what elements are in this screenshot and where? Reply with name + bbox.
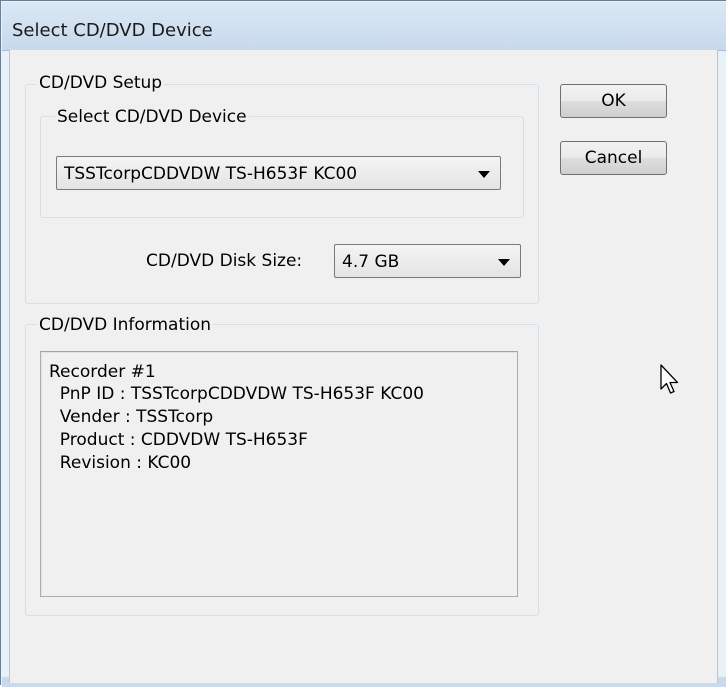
info-line-recorder: Recorder #1 [49, 362, 156, 382]
window-title: Select CD/DVD Device [12, 20, 213, 41]
disk-size-value: 4.7 GB [342, 252, 400, 272]
info-group-label: CD/DVD Information [37, 315, 214, 335]
disk-size-label: CD/DVD Disk Size: [146, 251, 303, 271]
setup-group-label: CD/DVD Setup [37, 73, 165, 93]
mouse-pointer-icon [660, 364, 679, 394]
device-select-value: TSSTcorpCDDVDW TS-H653F KC00 [64, 164, 358, 184]
ok-button[interactable]: OK [560, 84, 667, 118]
chevron-down-icon [498, 259, 510, 266]
cancel-button[interactable]: Cancel [560, 141, 667, 175]
title-bar[interactable]: Select CD/DVD Device [2, 2, 726, 51]
chevron-down-icon [478, 171, 490, 178]
device-group-label: Select CD/DVD Device [55, 107, 249, 127]
info-line-vender: Vender : TSSTcorp [49, 407, 214, 427]
disk-size-select[interactable]: 4.7 GB [334, 244, 521, 278]
info-line-revision: Revision : KC00 [49, 453, 192, 473]
device-select[interactable]: TSSTcorpCDDVDW TS-H653F KC00 [56, 156, 501, 190]
info-text-area[interactable]: Recorder #1 PnP ID : TSSTcorpCDDVDW TS-H… [40, 351, 518, 597]
info-line-product: Product : CDDVDW TS-H653F [49, 430, 308, 450]
info-line-pnp-id: PnP ID : TSSTcorpCDDVDW TS-H653F KC00 [49, 384, 424, 404]
